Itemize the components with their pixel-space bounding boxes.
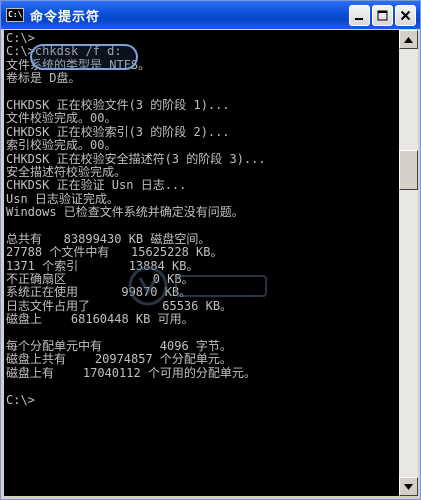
scroll-up-button[interactable]	[399, 30, 418, 49]
console-output[interactable]: C:\> C:\>chkdsk /f d: 文件系统的类型是 NTFS。 卷标是 D盘…	[4, 30, 399, 496]
scroll-thumb[interactable]	[399, 150, 418, 190]
console-line: C:\>	[6, 392, 35, 407]
console-line: 卷标是 D盘。	[6, 71, 81, 86]
title-bar-buttons	[349, 4, 416, 26]
title-bar[interactable]: C:\ 命令提示符	[1, 1, 420, 29]
maximize-button[interactable]	[372, 4, 393, 26]
vertical-scrollbar[interactable]	[399, 30, 418, 496]
maximize-icon	[377, 10, 388, 20]
console-line: CHKDSK 正在校验安全描述符(3 的阶段 3)...	[6, 151, 266, 166]
minimize-icon	[355, 17, 363, 20]
console-line: 文件校验完成。00。	[6, 111, 117, 126]
console-lines: C:\> C:\>chkdsk /f d: 文件系统的类型是 NTFS。 卷标是 D盘…	[6, 31, 266, 407]
cmd-window: C:\ 命令提示符 C:\> C:\>chkdsk /f d: 文件系统的类型是 N…	[0, 0, 421, 500]
command-highlight	[30, 44, 138, 70]
console-line: CHKDSK 正在验证 Usn 日志...	[6, 178, 187, 193]
window-title: 命令提示符	[30, 9, 101, 25]
close-button[interactable]	[395, 4, 416, 26]
close-icon	[400, 10, 411, 20]
minimize-button[interactable]	[349, 4, 370, 26]
arrow-down-icon	[404, 483, 413, 490]
cmd-app-icon: C:\	[6, 8, 24, 22]
scroll-down-button[interactable]	[399, 477, 418, 496]
console-line: Windows 已检查文件系统并确定没有问题。	[6, 205, 244, 220]
console-line: 磁盘上共有 20974857 个分配单元。	[6, 352, 232, 367]
console-line: 磁盘上有 17040112 个可用的分配单元。	[6, 365, 256, 380]
console-line: 27788 个文件中有 15625228 KB。	[6, 245, 223, 260]
console-line: 系统正在使用 99870 KB。	[6, 285, 192, 300]
console-line: 磁盘上 68160448 KB 可用。	[6, 312, 194, 327]
arrow-up-icon	[404, 36, 413, 43]
console-line: 索引校验完成。00。	[6, 138, 117, 153]
